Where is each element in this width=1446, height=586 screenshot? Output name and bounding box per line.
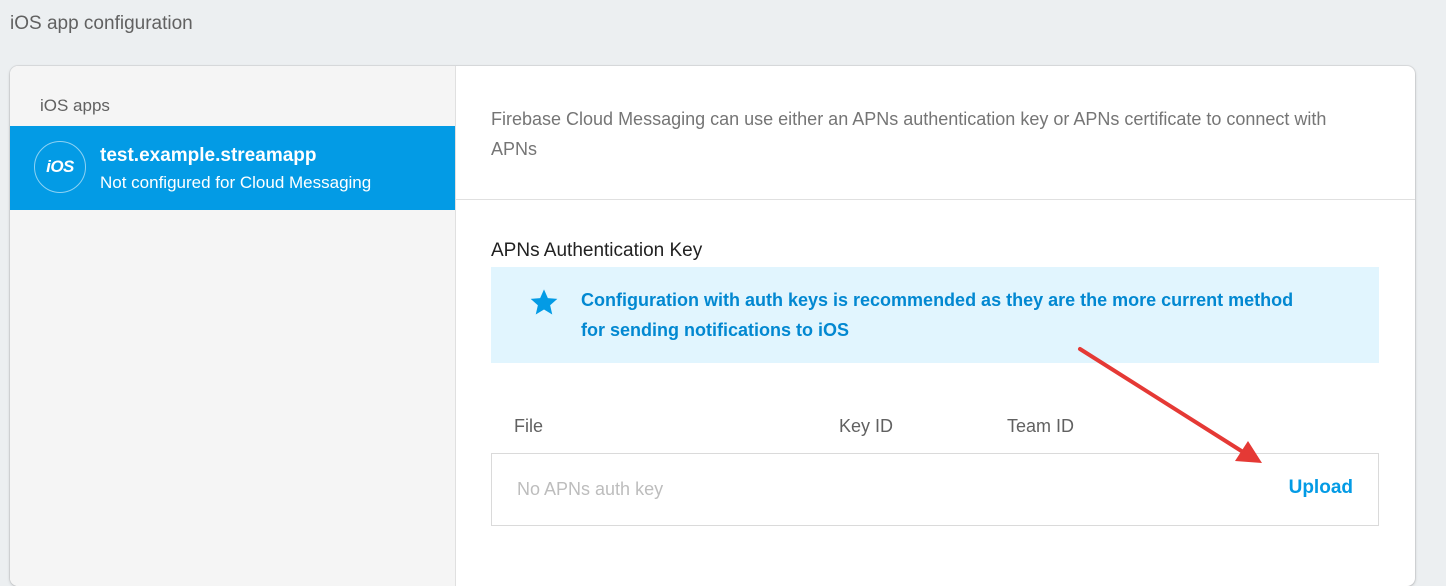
auth-key-row: No APNs auth key Upload bbox=[491, 453, 1379, 526]
main-panel: Firebase Cloud Messaging can use either … bbox=[456, 66, 1415, 586]
intro-text: Firebase Cloud Messaging can use either … bbox=[491, 109, 1327, 159]
upload-button[interactable]: Upload bbox=[1289, 477, 1353, 499]
recommendation-text: Configuration with auth keys is recommen… bbox=[581, 290, 1294, 340]
ios-app-icon: iOS bbox=[34, 141, 86, 193]
sidebar-heading: iOS apps bbox=[40, 96, 110, 115]
page-title: iOS app configuration bbox=[10, 13, 193, 34]
recommendation-banner: Configuration with auth keys is recommen… bbox=[491, 267, 1379, 363]
empty-state-text: No APNs auth key bbox=[517, 479, 664, 499]
config-card: iOS apps iOS test.example.streamapp Not … bbox=[10, 66, 1415, 586]
column-header-file: File bbox=[514, 416, 544, 436]
app-status: Not configured for Cloud Messaging bbox=[100, 173, 372, 192]
column-header-team-id: Team ID bbox=[1007, 416, 1075, 436]
column-header-key-id: Key ID bbox=[839, 416, 894, 436]
auth-key-title: APNs Authentication Key bbox=[491, 240, 703, 261]
app-sidebar: iOS apps iOS test.example.streamapp Not … bbox=[10, 66, 456, 586]
star-icon bbox=[530, 289, 558, 315]
app-bundle-id: test.example.streamapp bbox=[100, 145, 317, 166]
section-divider bbox=[456, 199, 1415, 200]
sidebar-item-app[interactable]: iOS test.example.streamapp Not configure… bbox=[10, 126, 455, 210]
